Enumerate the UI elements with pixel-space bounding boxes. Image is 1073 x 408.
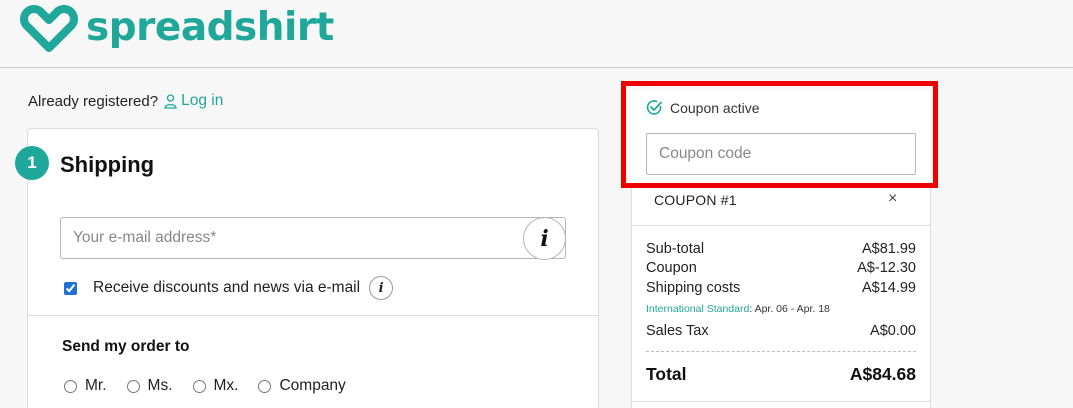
login-prompt: Already registered? Log in: [28, 92, 223, 110]
login-link[interactable]: Log in: [164, 92, 223, 110]
shipping-dates: : Apr. 06 - Apr. 18: [749, 303, 830, 315]
user-icon: [164, 93, 177, 109]
shipping-costs-row: Shipping costs A$14.99: [646, 280, 916, 296]
subtotal-value: A$81.99: [861, 241, 916, 257]
total-row: Total A$84.68: [646, 364, 916, 385]
shipping-costs-value: A$14.99: [861, 280, 916, 296]
subtotal-label: Sub-total: [646, 241, 705, 257]
newsletter-option[interactable]: Receive discounts and news via e-mail i: [64, 276, 394, 300]
salutation-mx-label: Mx.: [213, 377, 239, 394]
remove-coupon-icon[interactable]: ×: [888, 190, 897, 208]
applied-coupon: COUPON #1: [654, 192, 737, 208]
salutation-radio-group: Mr. Ms. Mx. Company: [64, 377, 366, 395]
summary-divider: [632, 225, 930, 226]
email-field[interactable]: [61, 218, 521, 258]
coupon-discount-label: Coupon: [646, 260, 697, 276]
login-link-label: Log in: [181, 92, 224, 109]
salutation-company[interactable]: Company: [258, 377, 346, 395]
salutation-mr-label: Mr.: [85, 377, 107, 394]
newsletter-checkbox[interactable]: [64, 281, 77, 295]
summary-bottom-divider: [632, 401, 930, 402]
newsletter-info-icon[interactable]: i: [369, 276, 394, 300]
total-divider: [646, 351, 916, 352]
check-circle-icon: [646, 100, 662, 115]
email-field-wrapper: [60, 217, 566, 259]
total-label: Total: [646, 364, 687, 384]
shipping-method-name: International Standard: [646, 303, 750, 315]
salutation-company-radio[interactable]: [258, 379, 272, 393]
coupon-code-input[interactable]: [646, 133, 916, 175]
step-number-badge: 1: [15, 146, 49, 180]
salutation-ms-label: Ms.: [147, 377, 173, 394]
email-info-icon[interactable]: i: [523, 217, 566, 260]
salutation-mr[interactable]: Mr.: [64, 377, 107, 395]
brand-name: spreadshirt: [86, 4, 334, 50]
shipping-method: International Standard: Apr. 06 - Apr. 1…: [646, 303, 830, 315]
subtotal-row: Sub-total A$81.99: [646, 241, 916, 257]
send-order-title: Send my order to: [62, 338, 190, 355]
salutation-company-label: Company: [279, 377, 346, 394]
shipping-title: Shipping: [60, 152, 155, 177]
login-prompt-text: Already registered?: [28, 92, 159, 110]
salutation-mx[interactable]: Mx.: [192, 377, 239, 395]
total-value: A$84.68: [849, 364, 916, 384]
sales-tax-row: Sales Tax A$0.00: [646, 323, 916, 339]
spreadshirt-logo[interactable]: spreadshirt: [20, 4, 334, 52]
coupon-status-label: Coupon active: [670, 99, 760, 116]
sales-tax-value: A$0.00: [870, 323, 916, 339]
coupon-discount-row: Coupon A$-12.30: [646, 260, 916, 276]
site-header: spreadshirt: [0, 0, 1073, 68]
salutation-ms-radio[interactable]: [126, 379, 140, 393]
section-divider: [28, 315, 598, 316]
salutation-mr-radio[interactable]: [64, 379, 77, 393]
shipping-costs-label: Shipping costs: [646, 280, 741, 296]
salutation-mx-radio[interactable]: [192, 379, 206, 393]
newsletter-label: Receive discounts and news via e-mail: [93, 279, 361, 296]
coupon-discount-value: A$-12.30: [857, 260, 916, 276]
sales-tax-label: Sales Tax: [646, 323, 709, 339]
coupon-status: Coupon active: [646, 99, 760, 116]
salutation-ms[interactable]: Ms.: [126, 377, 173, 395]
heart-logo-icon: [20, 5, 78, 52]
